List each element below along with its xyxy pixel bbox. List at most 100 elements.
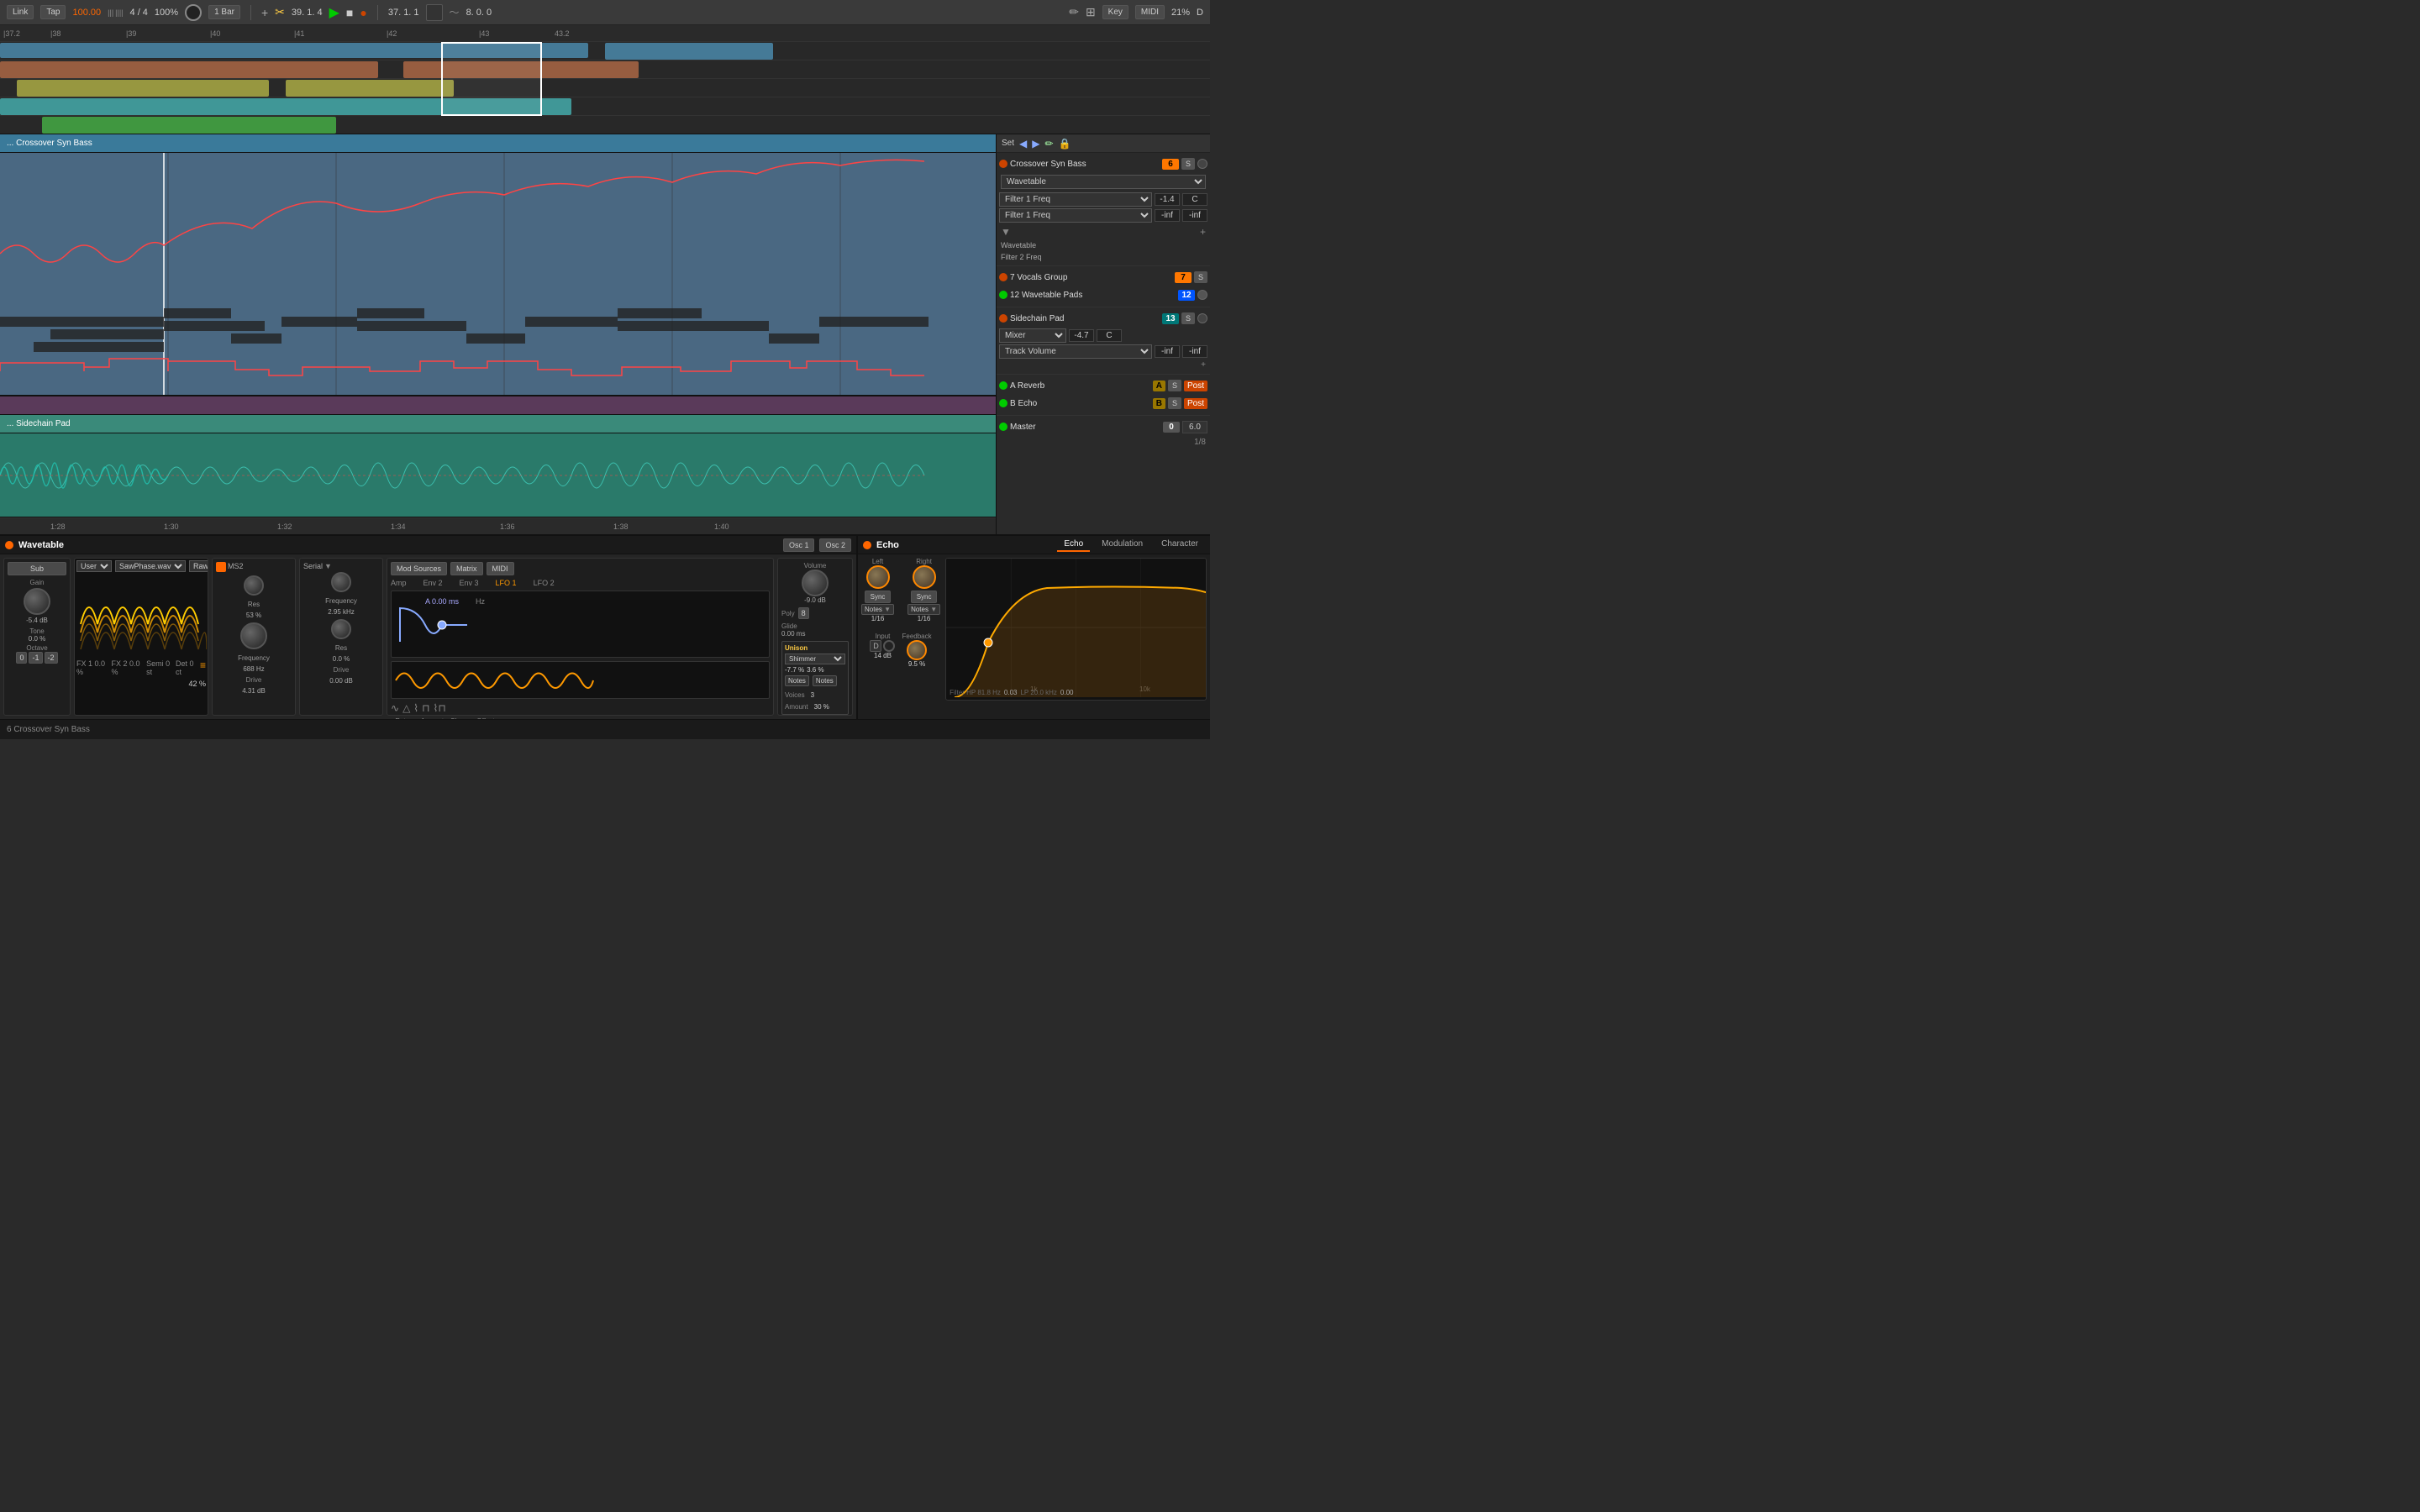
crossover-s-btn[interactable]: S (1181, 158, 1195, 170)
rp-wtpads-row[interactable]: 12 Wavetable Pads 12 (999, 286, 1207, 303)
tap-button[interactable]: Tap (40, 5, 66, 19)
crossover-clip-area[interactable] (0, 153, 996, 396)
oct-val1[interactable]: 0 (16, 652, 27, 664)
square-icon[interactable]: ⊓ (422, 702, 429, 714)
key-button[interactable]: Key (1102, 5, 1128, 19)
crossover-dot[interactable] (1197, 159, 1207, 169)
scissors-icon[interactable]: ✂ (275, 5, 285, 19)
mod-sources-btn[interactable]: Mod Sources (391, 562, 447, 575)
filter2-res-knob[interactable] (331, 619, 351, 639)
right-arrow-icon[interactable]: ▶ (1032, 138, 1039, 150)
echo-tab-echo[interactable]: Echo (1057, 538, 1090, 552)
sawphase-dropdown[interactable]: SawPhase.wav (115, 560, 186, 572)
sawtooth-icon[interactable]: ⌇ (413, 702, 418, 714)
link-button[interactable]: Link (7, 5, 34, 19)
rp-vocals-row[interactable]: 7 Vocals Group 7 S (999, 269, 1207, 286)
sidechain-audio-area[interactable] (0, 433, 996, 517)
voice-section: Volume -9.0 dB Poly 8 Glide 0.00 ms Unis… (777, 558, 853, 716)
bpm-display[interactable]: 100.00 (72, 8, 101, 18)
track-ruler: 1:28 1:30 1:32 1:34 1:36 1:38 1:40 (0, 517, 996, 534)
right-delay-knob[interactable] (913, 565, 936, 589)
osc2-tab[interactable]: Osc 2 (819, 538, 851, 552)
echo-tab-mod[interactable]: Modulation (1095, 538, 1150, 552)
lfo1-svg: A 0.00 ms Hz (392, 591, 769, 658)
add-automation-icon[interactable]: + (1201, 360, 1206, 370)
time-display[interactable]: 8. 0. 0 (466, 8, 492, 18)
filter1-res-knob[interactable] (244, 575, 264, 596)
crossover-track-header[interactable]: ... Crossover Syn Bass (0, 134, 996, 153)
pencil-set-icon[interactable]: ✏ (1044, 138, 1053, 150)
expand-down-icon[interactable]: ▼ (1001, 226, 1011, 238)
left-arrow-icon[interactable]: ◀ (1019, 138, 1027, 150)
record-button[interactable]: ● (360, 6, 366, 19)
stop-button[interactable]: ■ (346, 6, 353, 19)
ruler-1-30: 1:30 (164, 522, 179, 531)
octave-btns: 0 -1 -2 (16, 652, 57, 664)
val-pct: FX 2 0.0 % (112, 659, 147, 676)
wt-settings-icon[interactable]: ≡ (200, 659, 206, 676)
sidechain-pad-header[interactable]: ... Sidechain Pad (0, 415, 996, 433)
midi-btn[interactable]: MIDI (487, 562, 514, 575)
filter1freq-dropdown[interactable]: Filter 1 Freq (999, 208, 1152, 223)
filter2-freq-knob[interactable] (331, 572, 351, 592)
zoom-level[interactable]: 100% (155, 8, 178, 18)
sync-right-btn[interactable]: Sync (911, 591, 938, 603)
add-icon[interactable]: + (261, 6, 268, 19)
d-btn[interactable]: D (870, 640, 881, 652)
poly-val[interactable]: 8 (798, 607, 809, 619)
user-dropdown[interactable]: User (76, 560, 112, 572)
echo-body: Left Sync Notes ▼ 1/16 Right Sync (858, 554, 1210, 704)
sine-icon[interactable]: ∿ (391, 702, 399, 714)
raw-dropdown[interactable]: Raw (189, 560, 208, 572)
sync-left-btn[interactable]: Sync (865, 591, 892, 603)
wavetable-dropdown[interactable]: Wavetable (1001, 175, 1206, 189)
midi-button[interactable]: MIDI (1135, 5, 1165, 19)
volume-knob[interactable] (802, 570, 829, 596)
play-button[interactable]: ▶ (329, 4, 339, 21)
expand-up-icon[interactable]: + (1200, 226, 1206, 238)
grid-icon: ⊞ (1086, 5, 1096, 19)
shimmer-dropdown[interactable]: Shimmer (785, 654, 845, 664)
overview-track-2 (0, 60, 1210, 79)
random-icon[interactable]: ⌇⊓ (434, 702, 446, 714)
wtpads-dot[interactable] (1197, 290, 1207, 300)
rp-master-row: Master 0 6.0 (999, 418, 1207, 435)
vocals-group-strip (0, 396, 996, 415)
track-volume-dropdown[interactable]: Track Volume (999, 344, 1152, 359)
time-sig[interactable]: 4 / 4 (130, 8, 148, 18)
matrix-btn[interactable]: Matrix (450, 562, 483, 575)
triangle-icon[interactable]: △ (402, 702, 410, 714)
oct-val2[interactable]: -1 (29, 652, 42, 664)
feedback-knob[interactable] (907, 640, 927, 660)
wave-selectors: ∿ △ ⌇ ⊓ ⌇⊓ (391, 702, 770, 714)
left-delay-knob[interactable] (866, 565, 890, 589)
position-display[interactable]: 39. 1. 4 (292, 8, 323, 18)
oct-val3[interactable]: -2 (45, 652, 58, 664)
osc1-tab[interactable]: Osc 1 (783, 538, 815, 552)
rp-crossover-row[interactable]: Crossover Syn Bass 6 S (999, 155, 1207, 172)
wavetable-display[interactable]: User SawPhase.wav Raw (74, 558, 208, 716)
overview-clip-6 (286, 80, 454, 97)
echo-tab-char[interactable]: Character (1155, 538, 1205, 552)
transport-pos[interactable]: 37. 1. 1 (388, 8, 419, 18)
filter1-freq-knob[interactable] (240, 622, 267, 649)
wt-bottom-controls: FX 1 0.0 % FX 2 0.0 % Semi 0 st Det 0 ct… (75, 658, 208, 678)
sidechain-dot[interactable] (1197, 313, 1207, 323)
sub-button[interactable]: Sub (8, 562, 66, 575)
rp-sidechain-row[interactable]: Sidechain Pad 13 S (999, 310, 1207, 327)
env2-label: Env 2 (424, 579, 443, 587)
loop-button[interactable]: 1 Bar (208, 5, 240, 19)
wavetable-panel: Wavetable Osc 1 Osc 2 Sub Gain -5.4 dB T… (0, 536, 857, 719)
amount-unison-label: Amount (785, 703, 808, 711)
filter1-dropdown[interactable]: Filter 1 Freq (999, 192, 1152, 207)
lock-icon[interactable]: 🔒 (1059, 138, 1071, 150)
gain-knob[interactable] (24, 588, 50, 615)
mixer-dropdown[interactable]: Mixer (999, 328, 1066, 343)
reverb-s-btn[interactable]: S (1168, 380, 1181, 391)
wt-controls: User SawPhase.wav Raw (75, 559, 208, 574)
sidechain-s-btn[interactable]: S (1181, 312, 1195, 324)
echo-s-btn[interactable]: S (1168, 397, 1181, 409)
amount-lfo-label: Amount (421, 717, 445, 719)
vocals-s-btn[interactable]: S (1194, 271, 1207, 283)
feedback-label: Feedback (902, 633, 931, 640)
